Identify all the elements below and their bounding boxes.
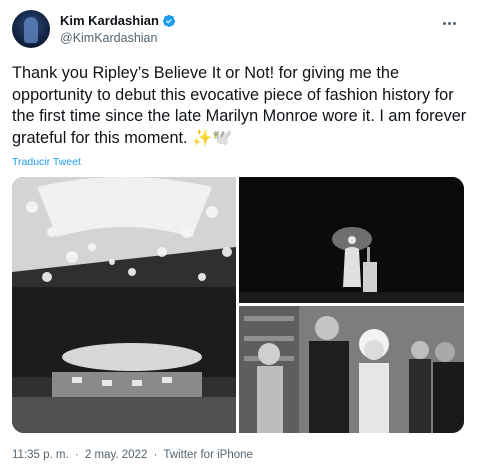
tweet-time[interactable]: 11:35 p. m. — [12, 449, 69, 461]
portrait-illustration — [239, 306, 464, 433]
tweet-text: Thank you Ripley’s Believe It or Not! fo… — [12, 64, 467, 147]
photo-stage-microphone[interactable] — [239, 177, 464, 303]
photo-concert-hall[interactable] — [12, 177, 236, 433]
more-options-icon[interactable] — [443, 12, 461, 25]
author-name[interactable]: Kim Kardashian — [60, 13, 159, 28]
translate-tweet-link[interactable]: Traducir Tweet — [12, 156, 81, 168]
author-handle[interactable]: @KimKardashian — [60, 31, 157, 45]
photo-group-portrait[interactable] — [239, 306, 464, 433]
author-name-row: Kim Kardashian — [60, 13, 176, 28]
tweet-footer: 11:35 p. m. · 2 may. 2022 · Twitter for … — [12, 449, 256, 461]
avatar[interactable] — [12, 10, 50, 48]
concert-hall-illustration — [12, 177, 236, 433]
separator: · — [153, 449, 158, 461]
tweet-source[interactable]: Twitter for iPhone — [163, 449, 252, 461]
avatar-figure — [24, 17, 38, 43]
separator: · — [74, 449, 79, 461]
media-grid — [12, 177, 464, 433]
tweet-card: Kim Kardashian @KimKardashian Thank you … — [0, 0, 477, 475]
tweet-date[interactable]: 2 may. 2022 — [85, 449, 147, 461]
stage-illustration — [239, 177, 464, 303]
verified-badge-icon — [162, 14, 176, 27]
